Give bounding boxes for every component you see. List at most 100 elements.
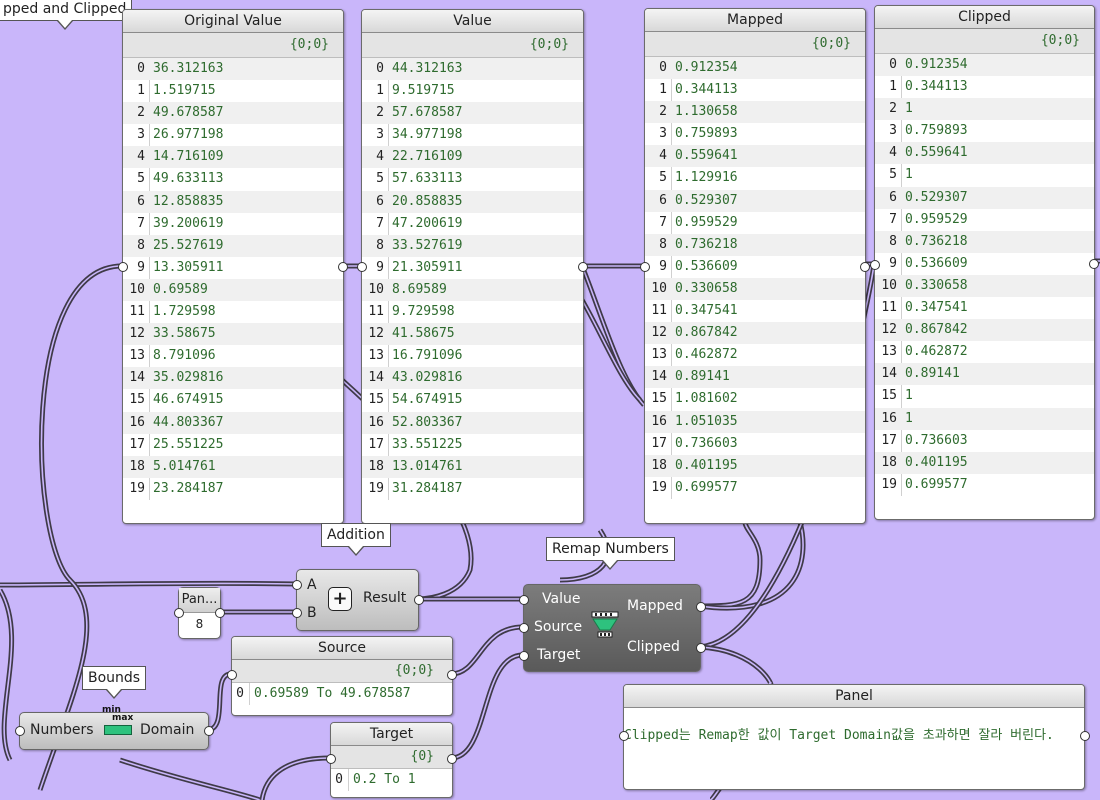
target-panel[interactable]: Target {0} 0 0.2 To 1 [330,722,453,798]
item-value: 1 [905,410,913,426]
item-index: 15 [881,388,897,404]
port-connector[interactable] [578,262,588,272]
item-value: 36.312163 [153,61,224,76]
list-item: 10 0.69589 [123,278,343,302]
item-index: 16 [881,410,897,426]
list-item: 13 0.462872 [875,341,1094,363]
port-connector[interactable] [447,754,457,764]
item-value: 12.858835 [153,193,224,209]
item-value: 25.551225 [153,436,224,452]
item-value: 33.527619 [392,237,463,253]
port-connector[interactable] [1089,259,1099,269]
item-index: 11 [129,304,145,320]
item-value: 0.330658 [905,277,968,293]
item-value: 26.977198 [153,127,224,143]
item-value: 0.2 To 1 [353,772,416,787]
item-value: 47.200619 [392,215,463,231]
item-value: 8.69589 [392,281,447,297]
item-index: 11 [368,304,384,320]
item-index: 7 [659,214,667,230]
list-item: 11 0.347541 [875,297,1094,319]
port-connector[interactable] [519,623,529,633]
port-connector[interactable] [860,262,870,272]
item-value: 20.858835 [392,193,463,209]
input-b-label: B [307,605,317,621]
original-value-panel[interactable]: Original Value {0;0} 0 36.312163 1 1.519715… [122,9,344,524]
list-item: 18 0.401195 [645,454,865,477]
port-connector[interactable] [118,262,128,272]
item-index: 17 [651,435,667,451]
port-connector[interactable] [15,726,25,736]
list-item: 3 26.977198 [123,124,343,146]
list-item: 16 52.803367 [362,411,583,434]
port-connector[interactable] [204,726,214,736]
list-item: 17 33.551225 [362,434,583,456]
mapped-panel[interactable]: Mapped {0;0} 0 0.912354 1 0.344113 2 1.130658… [644,8,866,524]
port-connector[interactable] [870,260,880,270]
item-index: 8 [889,233,897,249]
item-value: 1.130658 [675,104,738,120]
item-index: 2 [889,101,897,117]
port-connector[interactable] [292,580,302,590]
item-index: 13 [651,347,667,363]
item-index: 8 [376,237,384,253]
item-index: 13 [881,344,897,360]
source-panel[interactable]: Source {0;0} 0 0.69589 To 49.678587 [231,636,453,716]
value-panel[interactable]: Value {0;0} 0 44.312163 1 9.519715 2 57.67858… [361,9,584,524]
index-divider [348,769,349,791]
list-item: 4 0.559641 [875,142,1094,165]
port-connector[interactable] [414,595,424,605]
pan-value[interactable]: 8 [179,613,220,635]
item-index: 5 [659,170,667,186]
item-value: 57.633113 [392,171,463,187]
port-connector[interactable] [1080,731,1090,741]
remap-numbers-component[interactable]: Value Source Target Mapped Clipped [523,584,701,672]
port-connector[interactable] [326,754,336,764]
list-item: 12 41.58675 [362,323,583,346]
item-value: 0.736218 [675,236,738,252]
item-index: 12 [881,322,897,338]
addition-component[interactable]: A B + Result [296,569,419,631]
port-connector[interactable] [696,602,706,612]
panel-title: Clipped [875,6,1094,29]
port-connector[interactable] [696,643,706,653]
item-value: 21.305911 [392,259,463,275]
item-value: 13.305911 [153,259,224,275]
item-value: 49.633113 [153,171,224,187]
note-panel[interactable]: Panel Clipped는 Remap한 값이 Target Domain값을… [623,684,1085,790]
item-index: 3 [659,126,667,142]
port-connector[interactable] [640,262,650,272]
bounds-component[interactable]: Numbers min max Domain [19,705,209,750]
list-item: 18 0.401195 [875,451,1094,474]
list-item: 7 0.959529 [645,212,865,234]
item-index: 12 [129,326,145,342]
port-connector[interactable] [338,262,348,272]
port-connector[interactable] [174,608,184,618]
item-index: 14 [881,366,897,382]
port-connector[interactable] [227,670,237,680]
item-value: 1.519715 [153,83,216,99]
list-item: 1 0.344113 [645,79,865,101]
port-connector[interactable] [519,651,529,661]
list-item: 0 0.912354 [645,57,865,80]
item-value: 0.89141 [675,369,730,385]
list-item: 8 0.736218 [645,233,865,256]
clipped-panel[interactable]: Clipped {0;0} 0 0.912354 1 0.344113 2 1 3 0.759… [874,5,1095,520]
wire [579,263,646,407]
port-connector[interactable] [357,262,367,272]
item-index: 17 [129,436,145,452]
list-item: 15 46.674915 [123,389,343,411]
item-value: 39.200619 [153,215,224,231]
port-connector[interactable] [519,595,529,605]
port-connector[interactable] [447,670,457,680]
list-item: 5 57.633113 [362,168,583,190]
port-connector[interactable] [215,608,225,618]
item-index: 5 [376,171,384,187]
port-connector[interactable] [619,731,629,741]
item-value: 0.401195 [675,457,738,473]
list-item: 4 0.559641 [645,145,865,168]
item-index: 13 [129,348,145,364]
port-connector[interactable] [292,608,302,618]
group-label: pped and Clipped [0,0,133,30]
item-value: 0.559641 [675,148,738,164]
